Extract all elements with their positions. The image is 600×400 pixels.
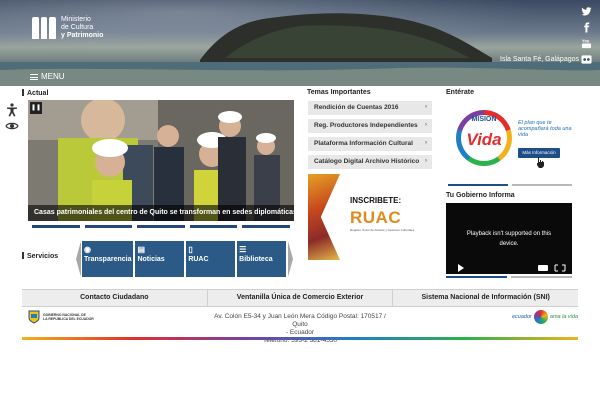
carousel-indicators — [32, 225, 290, 228]
tema-rendicion-cuentas[interactable]: Rendición de Cuentas 2016 › — [308, 101, 432, 115]
enterate-indicators — [448, 184, 572, 186]
twitter-icon[interactable] — [580, 6, 592, 18]
gobierno-logo[interactable]: GOBIERNO NACIONAL DE LA REPÚBLICA DEL EC… — [28, 310, 109, 324]
chevron-right-icon: › — [425, 122, 427, 128]
video-controls — [458, 264, 566, 272]
servicios-heading: Servicios — [22, 252, 58, 260]
facebook-icon[interactable] — [580, 22, 592, 34]
address-block: Av. Colón E5-34 y Juan León Mera Código … — [214, 313, 386, 344]
contacto-ciudadano-link[interactable]: Contacto Ciudadano — [22, 290, 208, 306]
carousel-indicator[interactable] — [189, 225, 238, 228]
carousel-photo — [28, 100, 294, 221]
actual-heading: Actual — [22, 89, 48, 97]
carousel-pause-button[interactable]: ❚❚ — [30, 102, 42, 114]
servicio-label: Transparencia — [84, 256, 132, 263]
ecuador-spiral-icon — [533, 310, 548, 324]
ecuador-ama-la-vida-logo[interactable]: ecuador ama la vida — [512, 310, 578, 324]
servicio-label: Biblioteca — [239, 256, 273, 263]
chevron-right-icon: › — [425, 140, 427, 146]
carousel-indicator[interactable] — [84, 225, 133, 228]
chevron-right-icon: › — [425, 104, 427, 110]
tema-reg-productores[interactable]: Reg. Productores Independientes › — [308, 119, 432, 133]
svg-text:You: You — [581, 39, 589, 44]
enterate-indicator[interactable] — [448, 184, 508, 186]
servicios-next-arrow[interactable] — [288, 241, 293, 277]
servicios-list: ◉ Transparencia ▤ Noticias ▯ RUAC ☰ Bibl… — [82, 241, 286, 277]
ministerio-logo[interactable]: Ministerio de Cultura y Patrimonio — [32, 16, 103, 40]
ministerio-logo-mark — [32, 17, 57, 39]
tema-plataforma-cultural[interactable]: Plataforma Información Cultural › — [308, 137, 432, 151]
tema-label: Plataforma Información Cultural — [314, 140, 413, 147]
servicios-prev-arrow[interactable] — [76, 241, 81, 277]
logo-line2: de Cultura — [61, 24, 94, 31]
header-banner: Ministerio de Cultura y Patrimonio You I… — [0, 0, 600, 86]
ruac-banner[interactable]: INSCRIBETE: RUAC Registro Único de Artis… — [308, 174, 432, 260]
enterate-heading: Entérate — [446, 89, 475, 96]
social-links: You — [580, 6, 592, 70]
ecuador-word: ecuador — [512, 314, 532, 320]
servicio-label: Noticias — [137, 256, 165, 263]
fullscreen-icon — [554, 264, 566, 272]
accessibility-icon[interactable] — [5, 103, 19, 117]
mision-vida-card[interactable]: MISIÓN Vida El plan que te acompañará to… — [448, 104, 572, 180]
mision-word: MISIÓN — [471, 116, 497, 123]
notes-icon: ▤ — [137, 245, 146, 254]
video-indicators — [446, 276, 572, 278]
tema-label: Catálogo Digital Archivo Histórico — [314, 158, 420, 165]
servicio-biblioteca[interactable]: ☰ Biblioteca — [237, 241, 286, 277]
menu-label: MENU — [41, 72, 65, 81]
tema-catalogo-archivo[interactable]: Catálogo Digital Archivo Histórico › — [308, 155, 432, 169]
location-caption: Isla Santa Fé, Galápagos — [500, 56, 579, 63]
carousel-caption[interactable]: Casas patrimoniales del centro de Quito … — [28, 205, 294, 221]
ecuador-shield-icon — [28, 310, 40, 324]
hamburger-icon — [30, 73, 38, 80]
eye-icon: ◉ — [84, 245, 91, 254]
temas-heading: Temas Importantes — [307, 89, 371, 96]
ruac-decoration — [308, 174, 340, 260]
gobierno-heading: Tu Gobierno Informa — [446, 192, 515, 199]
tema-label: Reg. Productores Independientes — [314, 122, 418, 129]
menu-button[interactable]: MENU — [30, 72, 65, 81]
ama-la-vida-word: ama la vida — [549, 314, 579, 320]
gobierno-logo-text: GOBIERNO NACIONAL DE LA REPÚBLICA DEL EC… — [43, 313, 94, 321]
news-carousel[interactable] — [28, 100, 294, 221]
video-indicator[interactable] — [511, 276, 572, 278]
servicio-noticias[interactable]: ▤ Noticias — [135, 241, 185, 277]
carousel-indicator[interactable] — [137, 225, 185, 228]
youtube-icon[interactable]: You — [580, 38, 592, 50]
enterate-tagline: El plan que te acompañará toda una vida — [518, 120, 572, 138]
video-player[interactable]: Playback isn't supported on this device. — [446, 203, 572, 274]
play-icon — [458, 264, 464, 272]
logo-line3: y Patrimonio — [61, 32, 104, 39]
ruac-subtitle: Registro Único de Artistas y Gestores Cu… — [350, 228, 415, 232]
list-icon: ☰ — [239, 245, 247, 254]
chevron-right-icon: › — [425, 158, 427, 164]
logo-line1: Ministerio — [61, 16, 91, 23]
video-indicator[interactable] — [446, 276, 507, 278]
footer-links: Contacto Ciudadano Ventanilla Única de C… — [22, 289, 578, 307]
footer-color-bar — [22, 337, 578, 340]
enterate-indicator[interactable] — [512, 184, 572, 186]
sni-link[interactable]: Sistema Nacional de Información (SNI) — [393, 290, 578, 306]
servicio-transparencia[interactable]: ◉ Transparencia — [82, 241, 134, 277]
doc-icon: ▯ — [188, 245, 193, 254]
vida-word: Vida — [466, 130, 502, 149]
pointer-hand-icon — [537, 157, 544, 168]
carousel-indicator[interactable] — [242, 225, 290, 228]
tema-label: Rendición de Cuentas 2016 — [314, 104, 399, 111]
flickr-icon[interactable] — [580, 54, 592, 66]
ministerio-logo-text: Ministerio de Cultura y Patrimonio — [61, 16, 103, 40]
servicio-label: RUAC — [188, 256, 209, 263]
ventanilla-unica-link[interactable]: Ventanilla Única de Comercio Exterior — [208, 290, 394, 306]
video-message: Playback isn't supported on this device. — [466, 231, 552, 247]
carousel-indicator[interactable] — [32, 225, 80, 228]
ruac-inscribete: INSCRIBETE: — [350, 196, 402, 205]
island-landscape — [0, 13, 600, 86]
servicio-ruac[interactable]: ▯ RUAC — [186, 241, 236, 277]
youtube-logo-icon — [538, 265, 548, 271]
ruac-title: RUAC — [350, 208, 402, 227]
eye-icon[interactable] — [5, 121, 19, 131]
